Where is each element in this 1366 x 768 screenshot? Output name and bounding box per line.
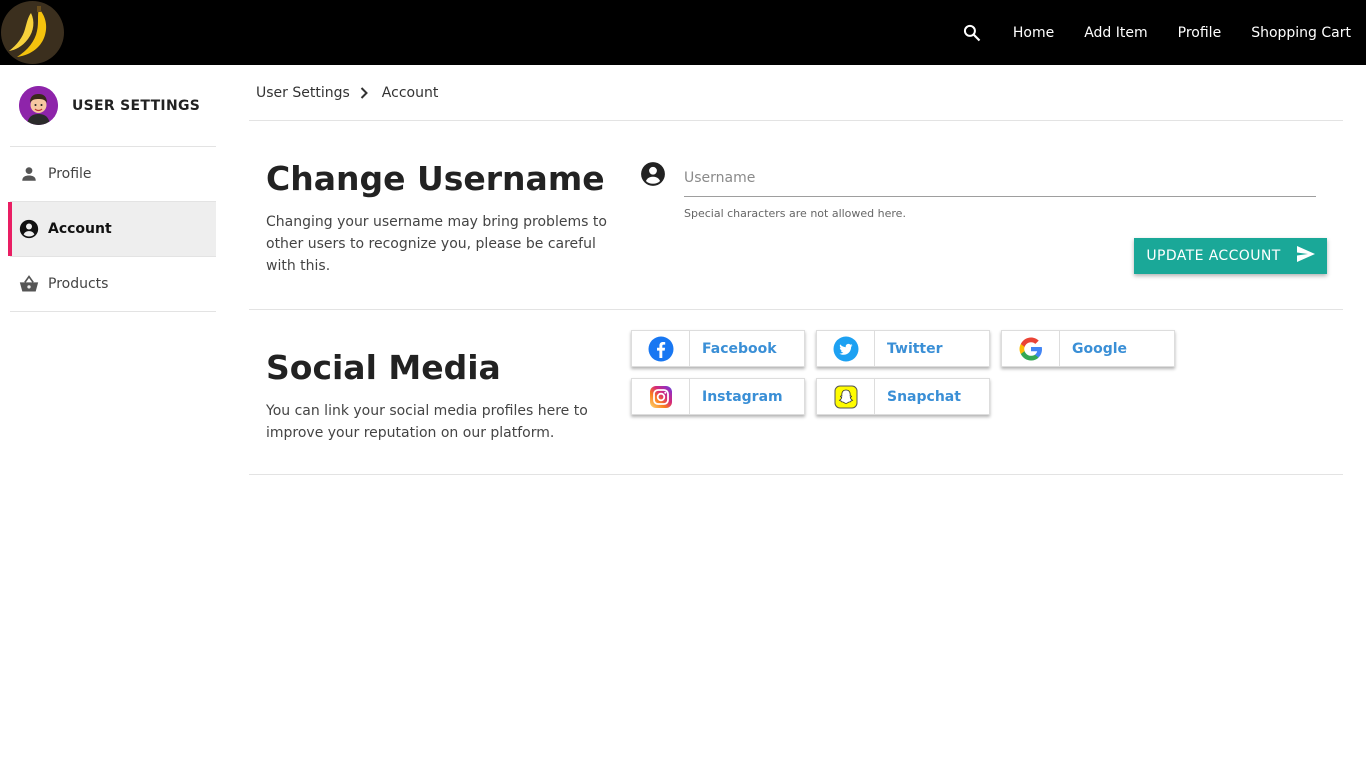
update-account-button[interactable]: UPDATE ACCOUNT [1134,238,1327,274]
send-icon [1296,246,1315,266]
avatar [19,86,58,125]
breadcrumb: User Settings Account [249,65,1343,121]
twitter-icon [817,331,875,366]
google-icon [1002,331,1060,366]
username-input[interactable] [684,159,1316,197]
section-description: You can link your social media profiles … [266,403,588,441]
social-button-label: Google [1072,340,1128,357]
account-circle-icon [640,161,666,187]
chevron-right-icon [360,86,370,99]
social-button-label: Twitter [887,340,943,357]
section-description: Changing your username may bring problem… [266,214,607,274]
top-navbar: Home Add Item Profile Shopping Cart [0,0,1366,65]
sidebar-item-label: Products [48,276,109,292]
username-helper-text: Special characters are not allowed here. [684,207,906,220]
sidebar-title: USER SETTINGS [72,97,201,114]
main-content: User Settings Account Change Username Ch… [249,65,1343,475]
twitter-button[interactable]: Twitter [816,330,990,367]
nav-add-item-link[interactable]: Add Item [1084,25,1147,41]
sidebar-header: USER SETTINGS [10,65,216,147]
facebook-button[interactable]: Facebook [631,330,805,367]
section-title: Social Media [266,348,501,387]
account-circle-icon [19,219,39,239]
breadcrumb-user-settings[interactable]: User Settings [256,85,350,101]
social-media-section: Social Media You can link your social me… [249,310,1343,475]
snapchat-button[interactable]: Snapchat [816,378,990,415]
search-icon[interactable] [962,23,982,43]
instagram-icon [632,379,690,414]
instagram-button[interactable]: Instagram [631,378,805,415]
banana-logo-icon[interactable] [1,1,64,64]
sidebar-item-products[interactable]: Products [10,257,216,312]
nav-home-link[interactable]: Home [1013,25,1054,41]
snapchat-icon [817,379,875,414]
change-username-section: Change Username Changing your username m… [249,121,1343,310]
social-button-label: Snapchat [887,388,961,405]
social-button-label: Facebook [702,340,777,357]
social-button-label: Instagram [702,388,783,405]
sidebar-item-label: Profile [48,166,92,182]
sidebar-item-account[interactable]: Account [8,202,216,257]
sidebar-item-label: Account [48,221,112,237]
settings-sidebar: USER SETTINGS Profile Account Products [8,65,216,312]
nav-profile-link[interactable]: Profile [1178,25,1222,41]
nav-shopping-cart-link[interactable]: Shopping Cart [1251,25,1351,41]
google-button[interactable]: Google [1001,330,1175,367]
sidebar-item-profile[interactable]: Profile [10,147,216,202]
update-account-label: UPDATE ACCOUNT [1146,248,1281,264]
breadcrumb-account: Account [381,84,439,101]
basket-icon [19,274,39,294]
facebook-icon [632,331,690,366]
section-title: Change Username [266,159,605,198]
person-icon [19,164,39,184]
